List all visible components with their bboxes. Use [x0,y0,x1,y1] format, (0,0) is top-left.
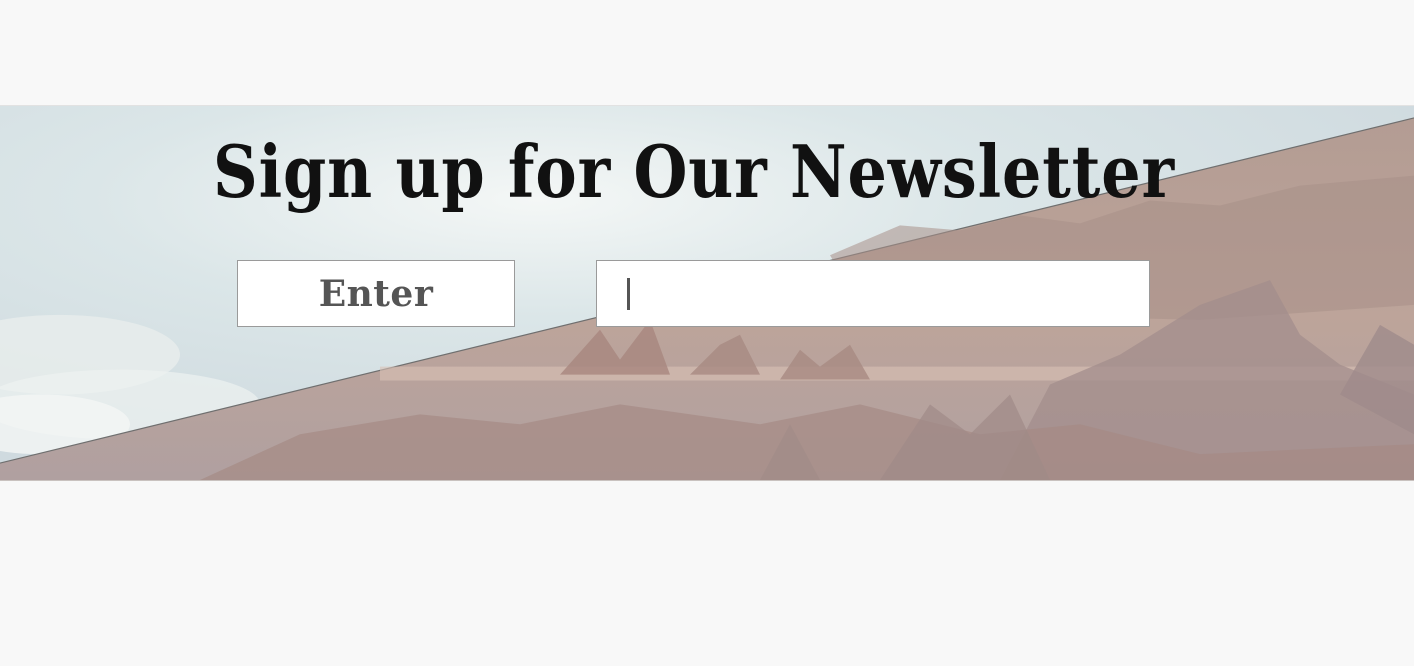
page-title: Sign up for Our Newsletter [213,129,1175,214]
newsletter-banner: Sign up for Our Newsletter Enter [0,105,1414,481]
enter-button[interactable]: Enter [237,260,515,327]
text-cursor [627,278,630,310]
newsletter-email-input[interactable] [596,260,1150,327]
